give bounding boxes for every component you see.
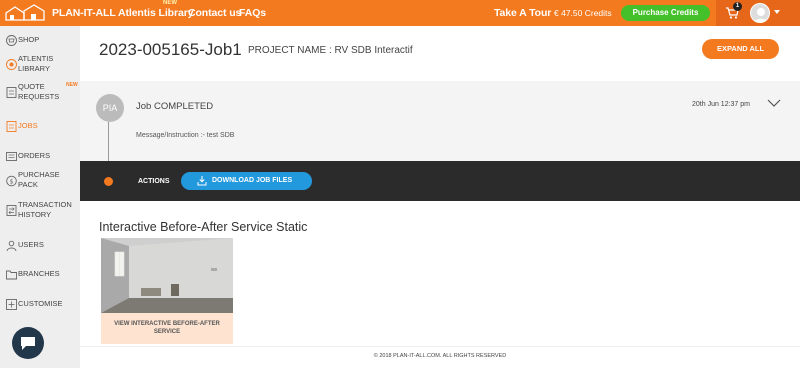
orders-icon xyxy=(6,151,17,161)
sidebar-item-label: SHOP xyxy=(18,35,40,44)
timeline-dot xyxy=(104,177,113,186)
chat-button[interactable] xyxy=(12,327,44,359)
sidebar-item-label: QUOTE REQUESTS xyxy=(18,82,60,101)
transaction-icon xyxy=(6,204,17,216)
job-status: Job COMPLETED xyxy=(136,101,214,112)
job-timestamp: 20th Jun 12:37 pm xyxy=(692,101,750,108)
user-avatar-icon xyxy=(753,8,769,22)
customise-icon xyxy=(6,298,17,310)
nav-atlentis-library[interactable]: Atlentis Library xyxy=(118,7,194,19)
brand-link[interactable]: PLAN-IT-ALL xyxy=(52,7,116,19)
chat-bubble-icon xyxy=(21,337,35,350)
footer-copyright: © 2018 PLAN-IT-ALL.COM. ALL RIGHTS RESER… xyxy=(80,346,800,368)
svg-text:$: $ xyxy=(10,178,14,185)
room-photo-thumbnail[interactable] xyxy=(101,238,233,313)
sidebar-item-label: BRANCHES xyxy=(18,269,60,278)
sidebar-item-label: JOBS xyxy=(18,121,38,130)
quote-icon xyxy=(6,86,17,98)
user-avatar[interactable] xyxy=(750,3,770,23)
view-interactive-link[interactable]: VIEW INTERACTIVE BEFORE-AFTER SERVICE xyxy=(101,313,233,344)
sidebar-item-label: ATLENTIS LIBRARY xyxy=(18,54,54,73)
nav-faqs[interactable]: FAQs xyxy=(239,7,266,19)
sidebar-new-badge: NEW xyxy=(66,82,78,88)
sidebar-item-label: CUSTOMISE xyxy=(18,299,63,308)
sidebar-item-label: TRANSACTION HISTORY xyxy=(18,200,72,219)
account-dropdown-caret-icon[interactable] xyxy=(774,10,780,14)
project-name: PROJECT NAME : RV SDB Interactif xyxy=(248,45,413,56)
job-id-title: 2023-005165-Job1 xyxy=(99,40,242,59)
cart-count-badge: 1 xyxy=(733,2,742,11)
users-icon xyxy=(6,240,17,251)
sidebar: SHOP ATLENTIS LIBRARY NEW QUOTE REQUESTS… xyxy=(0,26,80,368)
entry-avatar: PIA xyxy=(96,94,124,122)
branches-icon xyxy=(6,270,17,279)
shop-icon xyxy=(6,34,17,46)
sidebar-item-label: ORDERS xyxy=(18,151,51,160)
download-icon xyxy=(197,176,207,186)
sidebar-item-label: PURCHASE PACK xyxy=(18,170,60,189)
job-entry-panel xyxy=(80,81,800,161)
purchase-credits-button[interactable]: Purchase Credits xyxy=(621,5,710,21)
purchase-pack-icon: $ xyxy=(6,175,17,186)
credits-balance: € 47.50 Credits xyxy=(554,8,612,18)
account-area: 1 xyxy=(716,0,800,26)
library-icon xyxy=(6,58,17,70)
expand-all-button[interactable]: EXPAND ALL xyxy=(702,39,779,59)
download-job-files-button[interactable]: DOWNLOAD JOB FILES xyxy=(181,172,312,190)
house-logo-icon[interactable] xyxy=(4,4,46,22)
nav-contact-us[interactable]: Contact us xyxy=(188,7,241,19)
new-badge: NEW xyxy=(163,0,177,6)
actions-label: ACTIONS xyxy=(138,178,170,185)
top-navigation-bar: PLAN-IT-ALL Atlentis Library NEW Contact… xyxy=(0,0,800,26)
take-a-tour-link[interactable]: Take A Tour xyxy=(494,7,551,19)
service-card[interactable]: VIEW INTERACTIVE BEFORE-AFTER SERVICE xyxy=(101,238,233,344)
job-message: Message/Instruction :- test SDB xyxy=(136,132,235,139)
jobs-icon xyxy=(6,120,17,132)
chevron-down-icon[interactable] xyxy=(767,99,781,108)
service-title: Interactive Before-After Service Static xyxy=(99,220,308,234)
sidebar-item-label: USERS xyxy=(18,240,44,249)
download-button-label: DOWNLOAD JOB FILES xyxy=(212,177,293,184)
